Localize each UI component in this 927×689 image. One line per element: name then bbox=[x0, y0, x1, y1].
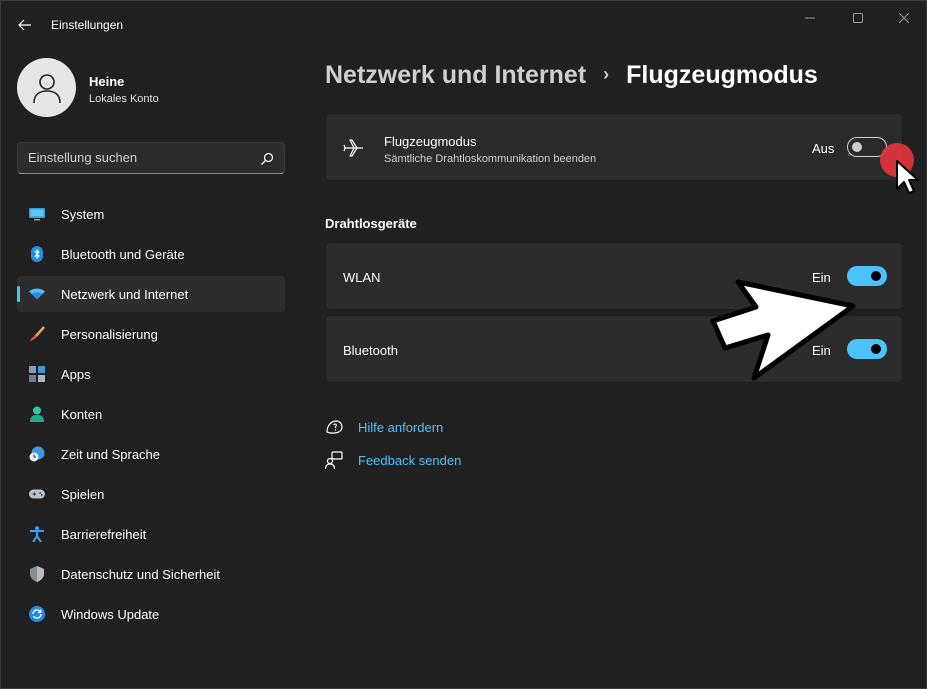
sidebar-item-personalization[interactable]: Personalisierung bbox=[17, 316, 285, 352]
feedback-icon bbox=[325, 451, 343, 469]
sidebar-item-label: Zeit und Sprache bbox=[61, 447, 161, 462]
wireless-devices-heading: Drahtlosgeräte bbox=[325, 216, 417, 231]
search-input[interactable] bbox=[28, 150, 248, 165]
sidebar-item-gaming[interactable]: Spielen bbox=[17, 476, 285, 512]
airplane-mode-card: Flugzeugmodus Sämtliche Drahtloskommunik… bbox=[325, 113, 903, 181]
settings-window: Einstellungen Heine Lokales Konto Einste… bbox=[0, 0, 927, 689]
sidebar-item-label: Netzwerk und Internet bbox=[61, 287, 189, 302]
airplane-mode-toggle[interactable] bbox=[847, 137, 887, 157]
sidebar-item-system[interactable]: System bbox=[17, 196, 285, 232]
search-box[interactable] bbox=[17, 142, 285, 174]
wlan-card: WLAN Ein bbox=[325, 242, 903, 310]
brush-icon bbox=[29, 326, 45, 342]
toggle-knob bbox=[871, 344, 881, 354]
close-button[interactable] bbox=[881, 5, 927, 31]
sidebar-item-accessibility[interactable]: Barrierefreiheit bbox=[17, 516, 285, 552]
sidebar-item-bluetooth[interactable]: Bluetooth und Geräte bbox=[17, 236, 285, 272]
sidebar-item-label: Spielen bbox=[61, 487, 105, 502]
minimize-button[interactable] bbox=[787, 5, 833, 31]
minimize-icon bbox=[805, 17, 815, 19]
help-link[interactable]: Hilfe anfordern bbox=[325, 417, 465, 437]
wlan-toggle[interactable] bbox=[847, 266, 887, 286]
title-bar: Einstellungen bbox=[1, 1, 926, 49]
page-title: Flugzeugmodus bbox=[626, 61, 818, 89]
gamepad-icon bbox=[29, 486, 45, 502]
airplane-mode-state: Aus bbox=[812, 141, 835, 156]
sidebar-item-label: Personalisierung bbox=[61, 327, 158, 342]
arrow-left-icon bbox=[18, 19, 31, 31]
maximize-icon bbox=[853, 13, 863, 23]
sidebar-item-apps[interactable]: Apps bbox=[17, 356, 285, 392]
sidebar-item-privacy[interactable]: Datenschutz und Sicherheit bbox=[17, 556, 285, 592]
update-icon bbox=[29, 606, 45, 622]
accessibility-icon bbox=[29, 526, 45, 542]
globe-clock-icon bbox=[29, 446, 45, 462]
help-link-label[interactable]: Hilfe anfordern bbox=[358, 420, 443, 435]
breadcrumb-parent[interactable]: Netzwerk und Internet bbox=[325, 61, 586, 89]
sidebar-item-accounts[interactable]: Konten bbox=[17, 396, 285, 432]
user-icon bbox=[32, 73, 61, 103]
breadcrumb: Netzwerk und Internet › Flugzeugmodus bbox=[325, 61, 818, 90]
airplane-icon bbox=[343, 139, 363, 157]
sidebar-nav: System Bluetooth und Geräte Netzwerk und… bbox=[17, 196, 285, 636]
feedback-link[interactable]: Feedback senden bbox=[325, 450, 475, 470]
bluetooth-label: Bluetooth bbox=[343, 343, 398, 358]
toggle-knob bbox=[852, 142, 862, 152]
bluetooth-toggle[interactable] bbox=[847, 339, 887, 359]
wlan-label: WLAN bbox=[343, 270, 381, 285]
person-icon bbox=[29, 406, 45, 422]
help-icon bbox=[326, 420, 343, 434]
airplane-mode-description: Sämtliche Drahtloskommunikation beenden bbox=[384, 153, 597, 165]
apps-icon bbox=[29, 366, 45, 382]
wlan-state: Ein bbox=[812, 270, 831, 285]
user-name: Heine bbox=[89, 74, 125, 89]
sidebar-item-label: System bbox=[61, 207, 105, 222]
sidebar-item-label: Barrierefreiheit bbox=[61, 527, 147, 542]
bluetooth-card: Bluetooth Ein bbox=[325, 315, 903, 383]
app-title: Einstellungen bbox=[51, 18, 124, 32]
maximize-button[interactable] bbox=[835, 5, 881, 31]
bluetooth-state: Ein bbox=[812, 343, 831, 358]
sidebar-item-windows-update[interactable]: Windows Update bbox=[17, 596, 285, 632]
sidebar-item-label: Windows Update bbox=[61, 607, 160, 622]
search-icon[interactable] bbox=[260, 152, 274, 166]
sidebar-item-network[interactable]: Netzwerk und Internet bbox=[17, 276, 285, 312]
sidebar-item-time-language[interactable]: Zeit und Sprache bbox=[17, 436, 285, 472]
sidebar-item-label: Bluetooth und Geräte bbox=[61, 247, 185, 262]
bluetooth-icon bbox=[29, 246, 45, 262]
feedback-link-label[interactable]: Feedback senden bbox=[358, 453, 461, 468]
account-type: Lokales Konto bbox=[89, 93, 159, 105]
avatar[interactable] bbox=[17, 58, 76, 117]
sidebar-item-label: Apps bbox=[61, 367, 91, 382]
breadcrumb-separator: › bbox=[603, 64, 610, 84]
sidebar-item-label: Datenschutz und Sicherheit bbox=[61, 567, 220, 582]
monitor-icon bbox=[29, 206, 45, 222]
sidebar-item-label: Konten bbox=[61, 407, 103, 422]
toggle-knob bbox=[871, 271, 881, 281]
airplane-mode-title: Flugzeugmodus bbox=[384, 134, 477, 149]
close-icon bbox=[899, 13, 909, 23]
shield-icon bbox=[29, 566, 45, 582]
back-button[interactable] bbox=[11, 13, 39, 37]
wifi-icon bbox=[29, 286, 45, 302]
